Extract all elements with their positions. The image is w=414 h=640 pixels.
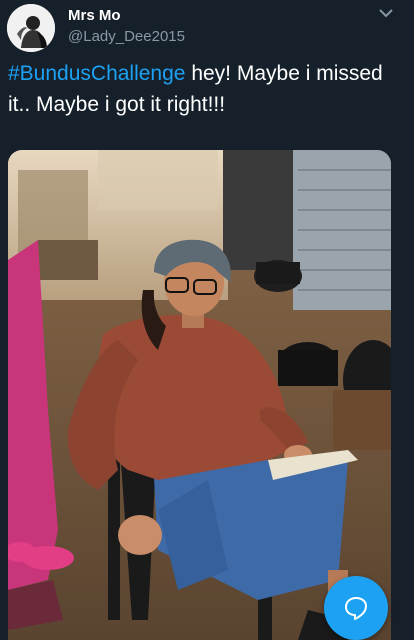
author-name[interactable]: Mrs Mo xyxy=(68,7,121,24)
avatar-icon xyxy=(7,4,55,52)
speech-bubble-icon xyxy=(345,597,367,620)
compose-button[interactable] xyxy=(324,576,388,640)
tweet-photo[interactable] xyxy=(8,150,391,640)
chevron-down-icon[interactable] xyxy=(378,6,394,20)
photo-image xyxy=(8,150,391,640)
hashtag-link[interactable]: #BundusChallenge xyxy=(8,62,185,85)
tweet: Mrs Mo @Lady_Dee2015 #BundusChallenge he… xyxy=(0,0,414,640)
avatar[interactable] xyxy=(7,4,55,52)
tweet-text: #BundusChallenge hey! Maybe i missed it.… xyxy=(8,58,404,120)
author-handle[interactable]: @Lady_Dee2015 xyxy=(68,28,185,45)
